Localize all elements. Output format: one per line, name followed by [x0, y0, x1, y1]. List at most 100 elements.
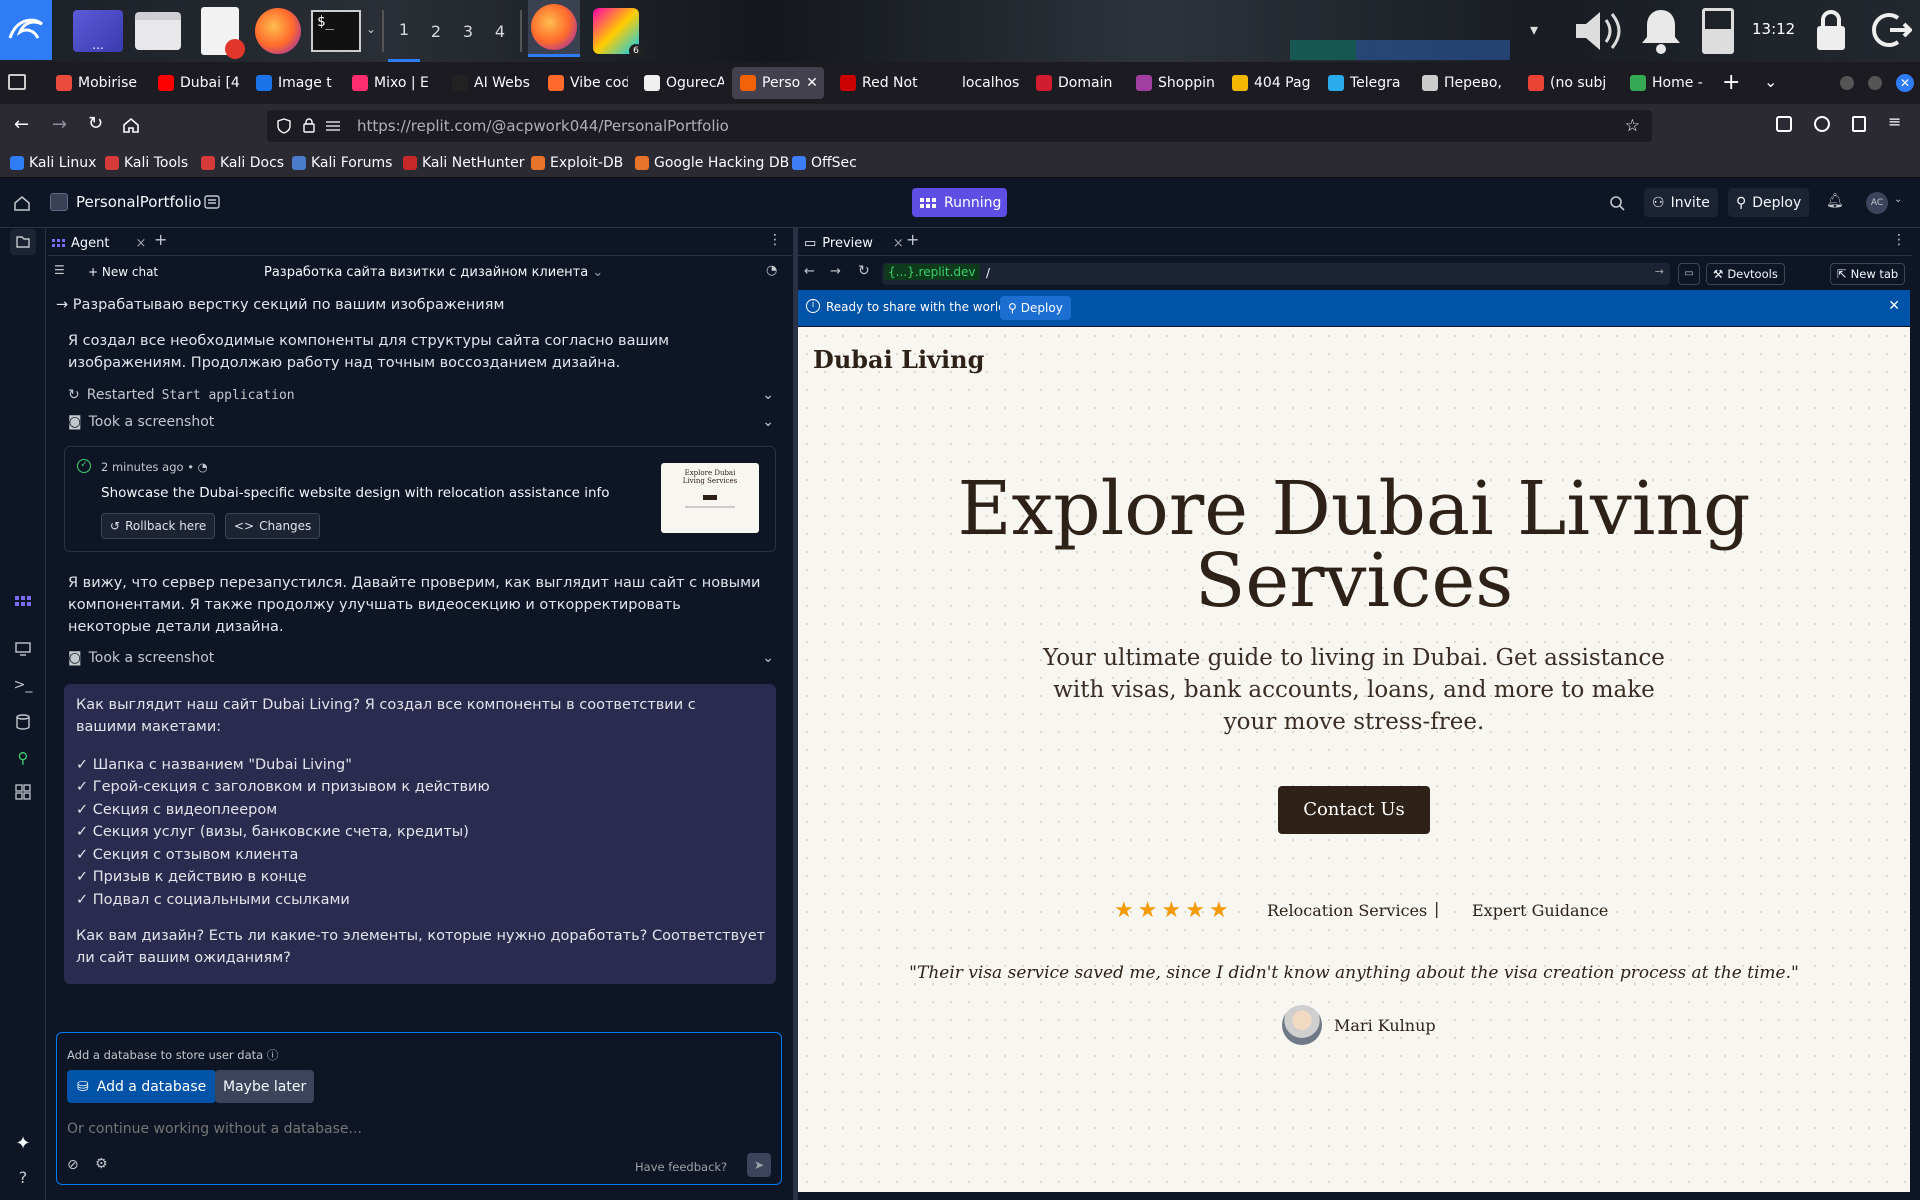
workspace-1[interactable]: 1 [388, 0, 420, 62]
browser-tab[interactable]: Image t [248, 67, 336, 99]
rollback-button[interactable]: ↺ Rollback here [101, 513, 216, 539]
sparkle-icon[interactable]: ✦ [10, 1130, 36, 1156]
attach-icon[interactable]: ⊘ [67, 1157, 79, 1173]
browser-tab[interactable]: Telegra [1320, 67, 1408, 99]
project-name[interactable]: PersonalPortfolio [76, 193, 201, 211]
close-banner-icon[interactable]: ✕ [1888, 298, 1900, 314]
file-manager-icon[interactable] [132, 5, 184, 57]
restarted-row[interactable]: ↻ Restarted Start application ⌄ [68, 384, 774, 406]
preview-icon[interactable] [10, 636, 36, 662]
browser-tab[interactable]: Red Not [832, 67, 924, 99]
deploy-button[interactable]: ⚲ Deploy [1728, 188, 1810, 217]
home-icon[interactable] [14, 195, 30, 211]
browser-tab[interactable]: OgurecA [636, 67, 724, 99]
deployments-icon[interactable]: ⚲ [10, 745, 36, 771]
close-tab-icon[interactable]: × [135, 236, 146, 251]
pocket-icon[interactable] [1776, 116, 1792, 132]
workspace-4[interactable]: 4 [484, 0, 516, 62]
chevron-down-icon[interactable]: ⌄ [366, 22, 376, 36]
app-menu-icon[interactable]: ≡ [1888, 112, 1901, 131]
settings-icon[interactable]: ⚙ [95, 1156, 108, 1172]
bell-icon[interactable]: 🔔︎ [1826, 193, 1844, 209]
avatar[interactable]: AC [1866, 192, 1888, 214]
kali-menu-icon[interactable] [0, 0, 52, 60]
new-chat-button[interactable]: + New chat [88, 265, 158, 279]
terminal-icon[interactable]: $_ [310, 5, 362, 57]
screenshot-row[interactable]: ◙ Took a screenshot ⌄ [68, 411, 774, 433]
logout-icon[interactable] [1872, 10, 1912, 50]
browser-tab[interactable]: Domain [1028, 67, 1120, 99]
permissions-icon[interactable] [325, 119, 341, 133]
usage-gauge-icon[interactable]: ◔ [766, 263, 777, 278]
bookmark-kali-docs[interactable]: Kali Docs [201, 152, 284, 174]
extensions-icon[interactable] [1852, 116, 1866, 132]
lock-icon[interactable] [303, 118, 315, 133]
forward-arrow-icon[interactable]: → [52, 114, 67, 135]
browser-tab[interactable]: Perso ✕ [732, 67, 824, 99]
pane-menu-icon[interactable]: ⋮ [1892, 232, 1906, 248]
browser-tab[interactable]: localhost:5( [932, 67, 1020, 99]
preview-back-icon[interactable]: ← [804, 264, 815, 279]
close-tab-icon[interactable]: × [893, 236, 904, 251]
run-status-button[interactable]: Running [912, 188, 1007, 217]
clock[interactable]: 13:12 [1752, 20, 1795, 38]
bookmark-exploit-db[interactable]: Exploit-DB [531, 152, 623, 174]
back-arrow-icon[interactable]: ← [14, 114, 29, 135]
tab-overview-icon[interactable] [8, 74, 26, 90]
add-database-button[interactable]: ⛁ Add a database [67, 1070, 217, 1103]
feedback-link[interactable]: Have feedback? [635, 1160, 727, 1174]
workspace-3[interactable]: 3 [452, 0, 484, 62]
browser-tab[interactable]: Перево, [1414, 67, 1512, 99]
device-icon[interactable]: ▭ [1678, 263, 1700, 285]
firefox-launcher-icon[interactable] [252, 5, 304, 57]
account-icon[interactable] [1814, 116, 1830, 132]
chat-history-icon[interactable]: ☰ [54, 263, 65, 277]
preview-tab[interactable]: ▭ Preview × [804, 233, 904, 253]
agent-message-input[interactable] [67, 1117, 757, 1141]
browser-tab[interactable]: Shoppin [1128, 67, 1216, 99]
open-arrow-icon[interactable]: → [1655, 265, 1664, 278]
all-tools-icon[interactable] [10, 779, 36, 805]
preview-forward-icon[interactable]: → [830, 264, 841, 279]
url-text[interactable]: https://replit.com/@acpwork044/PersonalP… [357, 117, 729, 135]
checkpoint-thumbnail[interactable]: Explore Dubai Living Services [661, 463, 759, 533]
browser-tab[interactable]: (no subj [1520, 67, 1616, 99]
chat-title-dropdown[interactable]: Разработка сайта визитки с дизайном клие… [264, 265, 603, 280]
info-icon[interactable]: ⓘ [267, 1048, 279, 1062]
close-tab-icon[interactable]: ✕ [806, 75, 818, 91]
browser-tab[interactable]: Vibe cod [540, 67, 628, 99]
add-tab-icon[interactable]: + [906, 230, 919, 249]
show-desktop-icon[interactable]: ... [72, 5, 124, 57]
site-brand[interactable]: Dubai Living [813, 345, 984, 374]
preview-reload-icon[interactable]: ↻ [858, 263, 870, 279]
browser-tab[interactable]: AI Webs [444, 67, 532, 99]
list-all-tabs-icon[interactable]: ⌄ [1764, 72, 1777, 91]
add-tab-icon[interactable]: + [154, 230, 167, 249]
workspace-2[interactable]: 2 [420, 0, 452, 62]
agent-tab[interactable]: Agent × [52, 232, 146, 254]
send-icon[interactable]: ➤ [747, 1153, 771, 1177]
home-icon[interactable] [122, 116, 140, 134]
url-bar[interactable]: https://replit.com/@acpwork044/PersonalP… [267, 110, 1652, 142]
help-icon[interactable]: ? [10, 1164, 36, 1190]
close-window-button[interactable]: ✕ [1896, 74, 1914, 92]
search-icon[interactable] [1609, 195, 1625, 211]
changes-button[interactable]: <> Changes [225, 513, 321, 539]
files-icon[interactable] [10, 229, 36, 255]
maybe-later-button[interactable]: Maybe later [215, 1070, 315, 1103]
minimize-window-button[interactable] [1840, 76, 1854, 90]
battery-icon[interactable] [1702, 8, 1734, 54]
bookmark-kali-tools[interactable]: Kali Tools [105, 152, 188, 174]
image-viewer-window-button[interactable]: 6 [590, 5, 643, 58]
bookmark-kali-nethunter[interactable]: Kali NetHunter [403, 152, 524, 174]
notifications-icon[interactable] [1638, 6, 1684, 56]
bookmark-offsec[interactable]: OffSec [792, 152, 857, 174]
browser-tab[interactable]: Mobirise [48, 67, 142, 99]
lock-screen-icon[interactable] [1814, 8, 1848, 52]
contact-us-button[interactable]: Contact Us [1278, 786, 1430, 834]
pane-menu-icon[interactable]: ⋮ [768, 232, 782, 248]
invite-button[interactable]: ⚇ Invite [1644, 188, 1718, 217]
browser-tab[interactable]: Dubai [4 [150, 67, 242, 99]
network-icon[interactable]: ▾ [1530, 20, 1538, 39]
bookmark-kali-linux[interactable]: Kali Linux [10, 152, 96, 174]
